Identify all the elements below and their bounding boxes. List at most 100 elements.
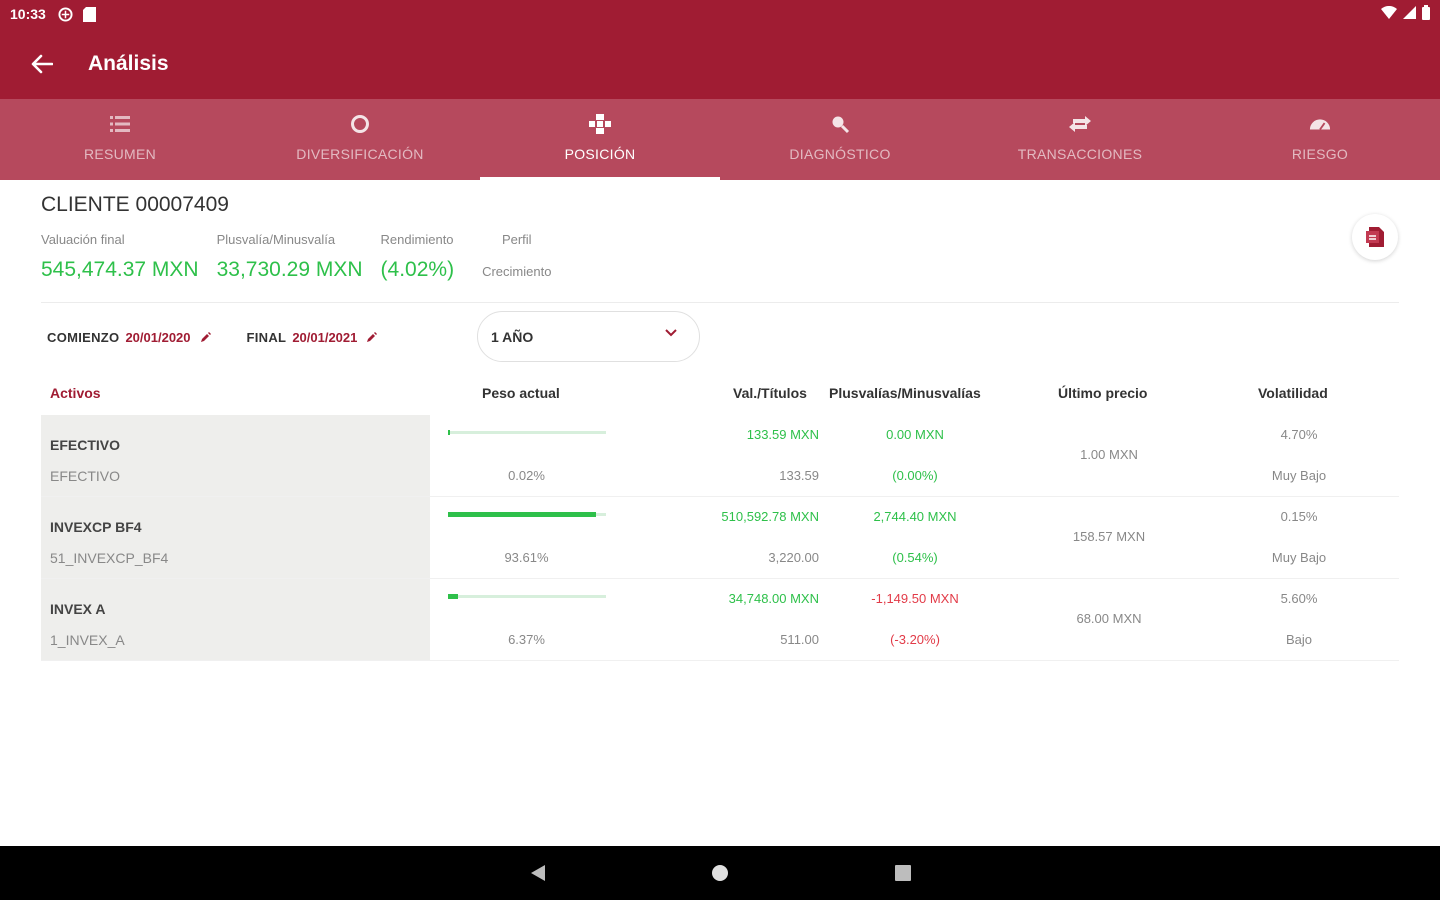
table-row[interactable]: INVEXCP BF4 51_INVEXCP_BF4 93.61% 510,59… [41, 497, 1399, 579]
gain-percent: (-3.20%) [890, 632, 940, 647]
donut-icon [349, 113, 371, 135]
header-weight: Peso actual [482, 385, 560, 401]
volatility-value: 5.60% [1280, 591, 1318, 606]
position-value: 510,592.78 MXN [721, 509, 819, 524]
magnifier-icon [829, 113, 851, 135]
wifi-icon [1381, 5, 1397, 22]
nav-recents-button[interactable] [889, 859, 917, 887]
asset-name: INVEXCP BF4 [50, 519, 142, 535]
profile-value: Crecimiento [482, 264, 552, 279]
tab-diagnostico[interactable]: DIAGNÓSTICO [720, 99, 960, 180]
nav-home-button[interactable] [706, 859, 734, 887]
stat-return: Rendimiento (4.02%) [381, 232, 455, 282]
titles-value: 133.59 [779, 468, 819, 483]
volatility-level: Muy Bajo [1271, 550, 1327, 565]
asset-name: INVEX A [50, 601, 106, 617]
status-time: 10:33 [10, 6, 46, 22]
list-icon [109, 113, 131, 135]
last-price: 158.57 MXN [1072, 529, 1146, 544]
stat-gain: Plusvalía/Minusvalía 33,730.29 MXN [217, 232, 363, 282]
sd-card-icon [82, 6, 98, 22]
status-right [1381, 5, 1430, 23]
tab-label: RESUMEN [83, 146, 157, 162]
last-price: 1.00 MXN [1080, 447, 1138, 462]
weight-bar-fill [448, 430, 450, 435]
period-value: 1 AÑO [491, 328, 534, 345]
return-value: (4.02%) [380, 258, 455, 281]
end-label: FINAL [246, 329, 287, 345]
system-nav-bar [0, 846, 1440, 900]
exchange-icon [1069, 113, 1091, 135]
pdf-file-icon [1366, 227, 1384, 247]
gauge-icon [1309, 113, 1331, 135]
tab-label: DIVERSIFICACIÓN [296, 146, 424, 162]
table-row[interactable]: INVEX A 1_INVEX_A 6.37% 34,748.00 MXN 51… [41, 579, 1399, 661]
edit-end-date-button[interactable] [367, 332, 378, 342]
header-volatility: Volatilidad [1258, 385, 1328, 401]
volatility-value: 4.70% [1280, 427, 1318, 442]
chevron-down-icon [665, 329, 677, 337]
asset-name: EFECTIVO [50, 437, 121, 453]
pencil-icon [200, 332, 211, 342]
tab-posicion[interactable]: POSICIÓN [480, 99, 720, 180]
asset-name-cell: INVEXCP BF4 51_INVEXCP_BF4 [41, 497, 430, 578]
weight-value: 0.02% [508, 468, 545, 483]
tab-label: RIESGO [1291, 146, 1349, 162]
tab-label: DIAGNÓSTICO [789, 146, 891, 162]
nav-back-button[interactable] [524, 859, 552, 887]
valuation-value: 545,474.37 MXN [41, 258, 199, 281]
edit-start-date-button[interactable] [200, 332, 211, 342]
stat-valuation: Valuación final 545,474.37 MXN [41, 232, 199, 282]
header-last-price: Último precio [1058, 385, 1148, 401]
tab-resumen[interactable]: RESUMEN [0, 99, 240, 180]
gain-label: Plusvalía/Minusvalía [216, 232, 336, 247]
signal-icon [1403, 6, 1416, 22]
triangle-back-icon [531, 865, 545, 881]
asset-name-cell: EFECTIVO EFECTIVO [41, 415, 430, 496]
table-row[interactable]: EFECTIVO EFECTIVO 0.02% 133.59 MXN 133.5… [41, 415, 1399, 497]
last-price: 68.00 MXN [1076, 611, 1142, 626]
position-value: 34,748.00 MXN [728, 591, 819, 606]
weight-bar [448, 512, 606, 517]
asset-code: 1_INVEX_A [50, 632, 125, 648]
start-date[interactable]: 20/01/2020 [125, 330, 190, 345]
volatility-value: 0.15% [1280, 509, 1318, 524]
client-name: CLIENTE 00007409 [41, 193, 229, 216]
page-title: Análisis [88, 51, 169, 75]
square-recents-icon [895, 865, 911, 881]
gain-amount: 2,744.40 MXN [873, 509, 957, 524]
status-bar: 10:33 [0, 0, 1440, 28]
weight-bar [448, 430, 606, 435]
position-value: 133.59 MXN [746, 427, 819, 442]
circle-home-icon [712, 865, 728, 881]
titles-value: 3,220.00 [768, 550, 819, 565]
tab-label: TRANSACCIONES [1017, 146, 1143, 162]
header-gain: Plusvalías/Minusvalías [829, 385, 981, 401]
app-bar: Análisis [0, 28, 1440, 99]
titles-value: 511.00 [780, 632, 819, 647]
header-assets: Activos [50, 385, 101, 401]
stat-profile: Perfil Crecimiento [482, 232, 551, 282]
blocks-icon [589, 113, 611, 135]
period-select[interactable]: 1 AÑO [477, 311, 700, 362]
pencil-icon [367, 332, 378, 342]
gain-percent: (0.00%) [892, 468, 938, 483]
header-value: Val./Títulos [733, 385, 807, 401]
end-date[interactable]: 20/01/2021 [292, 330, 357, 345]
app-root: 10:33 Análisis RESUMEN DIVERSIFICACIÓN P… [0, 0, 1440, 900]
pdf-export-button[interactable] [1352, 214, 1398, 260]
tab-label: POSICIÓN [564, 146, 636, 162]
back-button[interactable] [0, 28, 84, 99]
client-stats: Valuación final 545,474.37 MXN Plusvalía… [41, 232, 569, 282]
asset-name-cell: INVEX A 1_INVEX_A [41, 579, 430, 660]
gain-value: 33,730.29 MXN [216, 258, 363, 281]
volatility-level: Bajo [1285, 632, 1313, 647]
weight-value: 6.37% [508, 632, 545, 647]
tab-transacciones[interactable]: TRANSACCIONES [960, 99, 1200, 180]
sync-icon [58, 6, 74, 22]
profile-label: Perfil [501, 232, 532, 247]
tab-diversificacion[interactable]: DIVERSIFICACIÓN [240, 99, 480, 180]
date-range: COMIENZO 20/01/2020 FINAL 20/01/2021 [47, 312, 378, 362]
asset-code: 51_INVEXCP_BF4 [50, 550, 169, 566]
tab-riesgo[interactable]: RIESGO [1200, 99, 1440, 180]
